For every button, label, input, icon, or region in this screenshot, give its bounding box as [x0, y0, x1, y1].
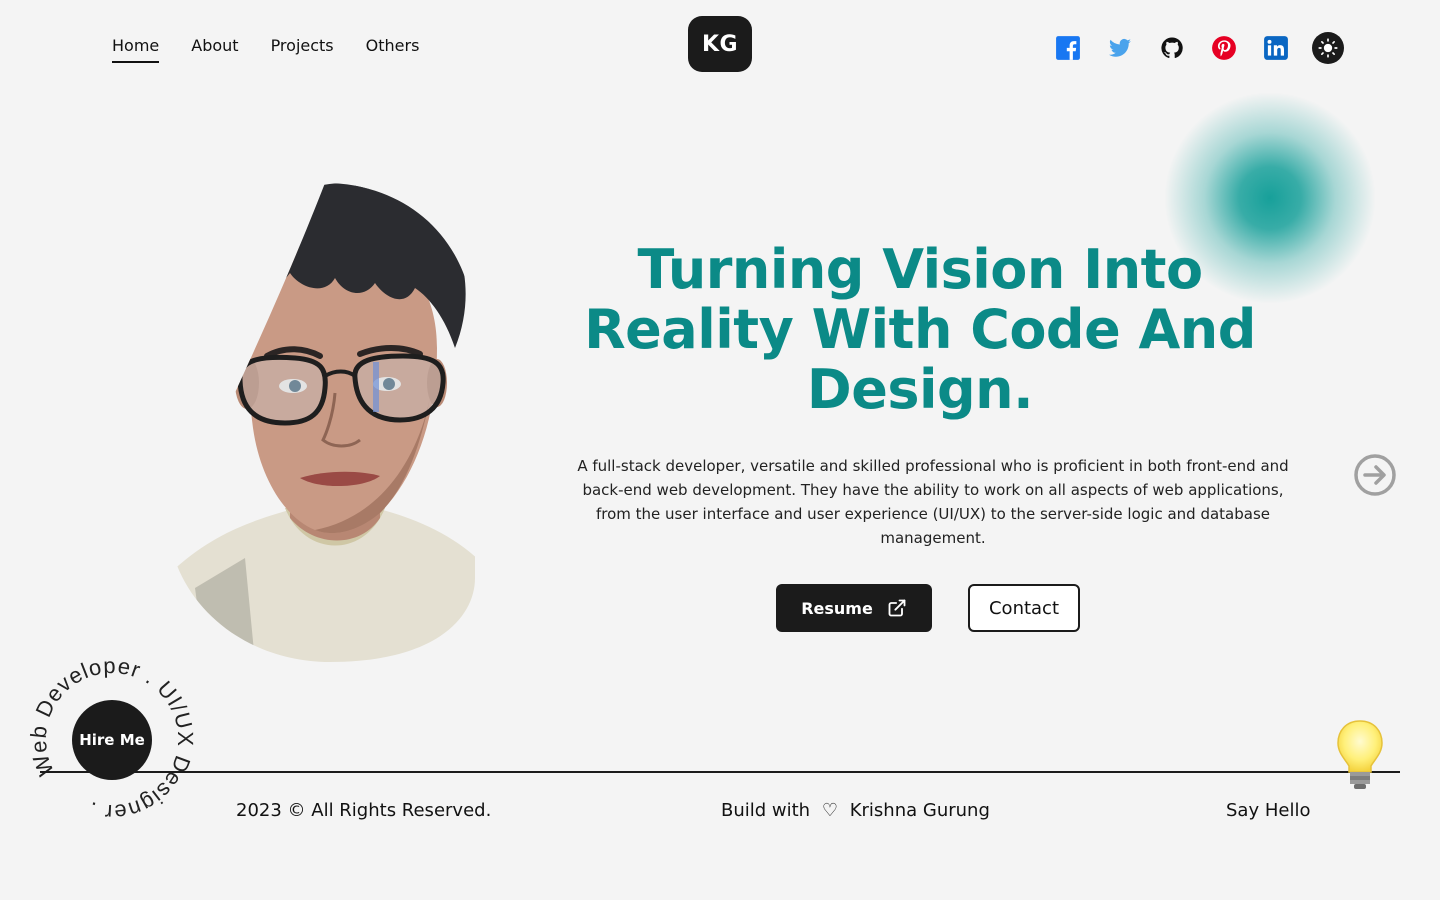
page: Home About Projects Others KG Turning Vi… [0, 0, 1440, 900]
sun-icon [1318, 38, 1338, 58]
built-prefix: Build with [721, 800, 811, 821]
hire-me-button[interactable]: Hire Me [72, 700, 152, 780]
pinterest-icon[interactable] [1208, 32, 1240, 64]
nav-links: Home About Projects Others [112, 36, 419, 63]
arrow-right-circle-icon[interactable] [1353, 453, 1397, 497]
resume-button[interactable]: Resume [776, 584, 932, 632]
github-icon[interactable] [1156, 32, 1188, 64]
heart-icon: ♡ [821, 800, 838, 821]
nav-link-projects[interactable]: Projects [271, 36, 334, 63]
author-link[interactable]: Krishna Gurung [850, 800, 990, 821]
lightbulb-icon [1337, 720, 1383, 789]
hero-title-line: Design. [806, 358, 1034, 421]
external-link-icon [888, 599, 906, 617]
top-nav: Home About Projects Others KG [0, 0, 1440, 96]
hero-title: Turning Vision Into Reality With Code An… [560, 240, 1280, 420]
profile-portrait [175, 183, 475, 662]
hero-actions: Resume Contact [776, 584, 1080, 632]
social-links [1052, 32, 1344, 64]
nav-link-others[interactable]: Others [366, 36, 420, 63]
theme-toggle[interactable] [1312, 32, 1344, 64]
twitter-icon[interactable] [1104, 32, 1136, 64]
footer-divider [40, 771, 1400, 773]
hero-title-line: Reality With Code And [584, 298, 1256, 361]
hire-me-badge: Web Developer . UI/UX Designer . Hire Me [0, 621, 230, 856]
contact-button[interactable]: Contact [968, 584, 1080, 632]
built-by: Build with ♡ Krishna Gurung [721, 800, 996, 821]
hero-description: A full-stack developer, versatile and sk… [577, 457, 1289, 547]
nav-link-home[interactable]: Home [112, 36, 160, 63]
resume-label: Resume [801, 598, 873, 618]
nav-link-about[interactable]: About [191, 36, 238, 63]
copyright-text: 2023 © All Rights Reserved. [236, 800, 492, 821]
hero-section: Turning Vision Into Reality With Code An… [560, 240, 1289, 632]
say-hello-link[interactable]: Say Hello [1226, 800, 1310, 821]
facebook-icon[interactable] [1052, 32, 1084, 64]
site-logo[interactable]: KG [688, 16, 752, 72]
linkedin-icon[interactable] [1260, 32, 1292, 64]
hero-title-line: Turning Vision Into [637, 238, 1203, 301]
